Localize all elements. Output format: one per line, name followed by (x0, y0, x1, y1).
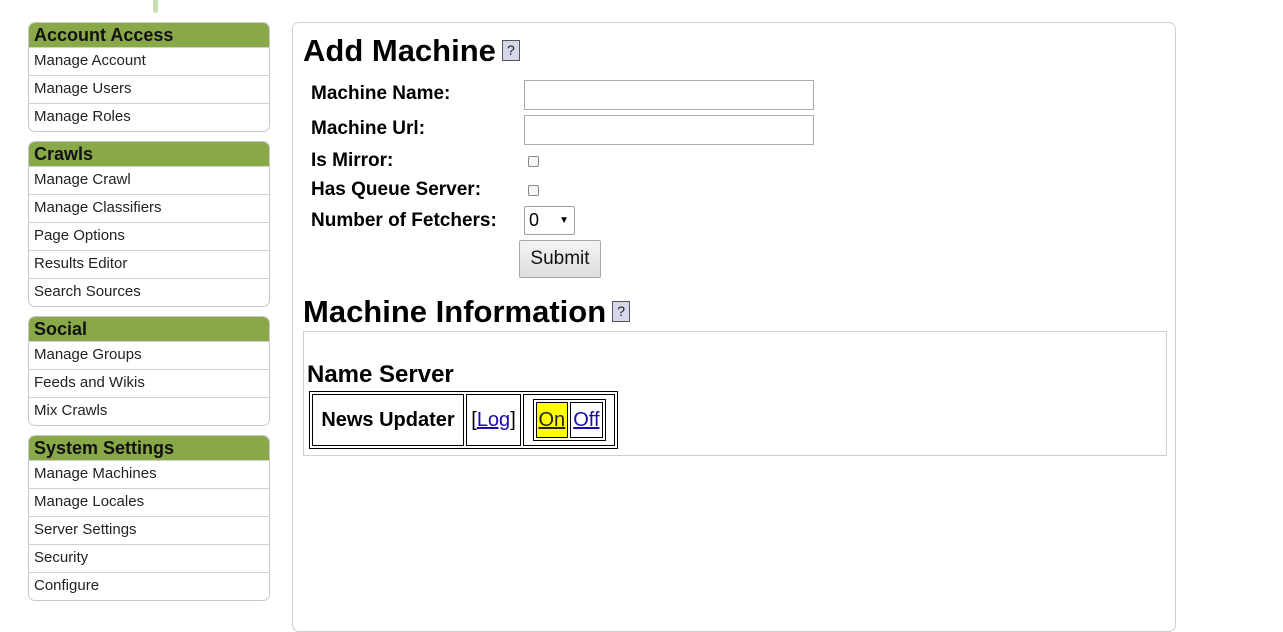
main-panel: Add Machine? Machine Name: Machine Url: … (292, 22, 1176, 632)
menu-group-crawls: Crawls Manage Crawl Manage Classifiers P… (28, 141, 270, 307)
number-of-fetchers-value: 0 (529, 210, 540, 230)
is-mirror-checkbox[interactable] (528, 156, 539, 167)
process-name-cell: News Updater (312, 394, 464, 446)
machine-name-field[interactable] (524, 80, 814, 110)
sidebar-item-configure[interactable]: Configure (29, 572, 269, 600)
has-queue-server-checkbox[interactable] (528, 185, 539, 196)
sidebar-item-security[interactable]: Security (29, 544, 269, 572)
sidebar-item-manage-machines[interactable]: Manage Machines (29, 460, 269, 488)
off-toggle-link[interactable]: Off (573, 409, 599, 432)
log-link[interactable]: Log (477, 409, 510, 432)
dropdown-arrow-icon: ▼ (559, 215, 569, 226)
sidebar-item-manage-crawl[interactable]: Manage Crawl (29, 166, 269, 194)
menu-group-title: Social (29, 317, 269, 341)
sidebar-item-search-sources[interactable]: Search Sources (29, 278, 269, 306)
sidebar-item-page-options[interactable]: Page Options (29, 222, 269, 250)
submit-button[interactable]: Submit (519, 240, 601, 278)
machine-information-heading: Machine Information? (303, 294, 631, 330)
machine-url-field[interactable] (524, 115, 814, 145)
on-toggle-cell: On (535, 402, 569, 438)
number-of-fetchers-label: Number of Fetchers: (311, 210, 497, 231)
log-bracket-close: ] (510, 408, 516, 431)
sidebar-item-manage-classifiers[interactable]: Manage Classifiers (29, 194, 269, 222)
machine-information-help-button[interactable]: ? (612, 301, 631, 323)
menu-group-title: System Settings (29, 436, 269, 460)
process-name: News Updater (321, 408, 455, 431)
has-queue-server-label: Has Queue Server: (311, 179, 482, 200)
add-machine-help-button[interactable]: ? (501, 40, 520, 62)
menu-group-social: Social Manage Groups Feeds and Wikis Mix… (28, 316, 270, 426)
off-toggle-cell: Off (570, 402, 603, 438)
is-mirror-label: Is Mirror: (311, 150, 394, 171)
add-machine-title: Add Machine (303, 33, 496, 68)
name-server-title: Name Server (307, 361, 454, 388)
sidebar-item-manage-roles[interactable]: Manage Roles (29, 103, 269, 131)
number-of-fetchers-select[interactable]: 0 ▼ (524, 206, 575, 235)
sidebar-item-mix-crawls[interactable]: Mix Crawls (29, 397, 269, 425)
sidebar-item-manage-locales[interactable]: Manage Locales (29, 488, 269, 516)
menu-group-account-access: Account Access Manage Account Manage Use… (28, 22, 270, 132)
machine-url-label: Machine Url: (311, 118, 426, 139)
on-off-cell: On Off (523, 394, 615, 446)
menu-group-title: Crawls (29, 142, 269, 166)
sidebar-item-server-settings[interactable]: Server Settings (29, 516, 269, 544)
add-machine-heading: Add Machine? (303, 33, 520, 69)
menu-group-title: Account Access (29, 23, 269, 47)
sidebar-item-manage-account[interactable]: Manage Account (29, 47, 269, 75)
machine-name-label: Machine Name: (311, 83, 451, 104)
server-process-table: News Updater [Log] On Off (309, 391, 618, 449)
menu-group-system-settings: System Settings Manage Machines Manage L… (28, 435, 270, 601)
on-off-toggle-group: On Off (532, 399, 606, 441)
machine-info-box: Name Server News Updater [Log] On Off (303, 331, 1167, 456)
on-toggle-link[interactable]: On (539, 409, 566, 432)
machine-information-title: Machine Information (303, 294, 607, 329)
top-scroll-tick (153, 0, 158, 13)
log-cell: [Log] (466, 394, 521, 446)
sidebar-nav: Account Access Manage Account Manage Use… (28, 22, 270, 610)
sidebar-item-manage-users[interactable]: Manage Users (29, 75, 269, 103)
sidebar-item-feeds-and-wikis[interactable]: Feeds and Wikis (29, 369, 269, 397)
sidebar-item-manage-groups[interactable]: Manage Groups (29, 341, 269, 369)
sidebar-item-results-editor[interactable]: Results Editor (29, 250, 269, 278)
